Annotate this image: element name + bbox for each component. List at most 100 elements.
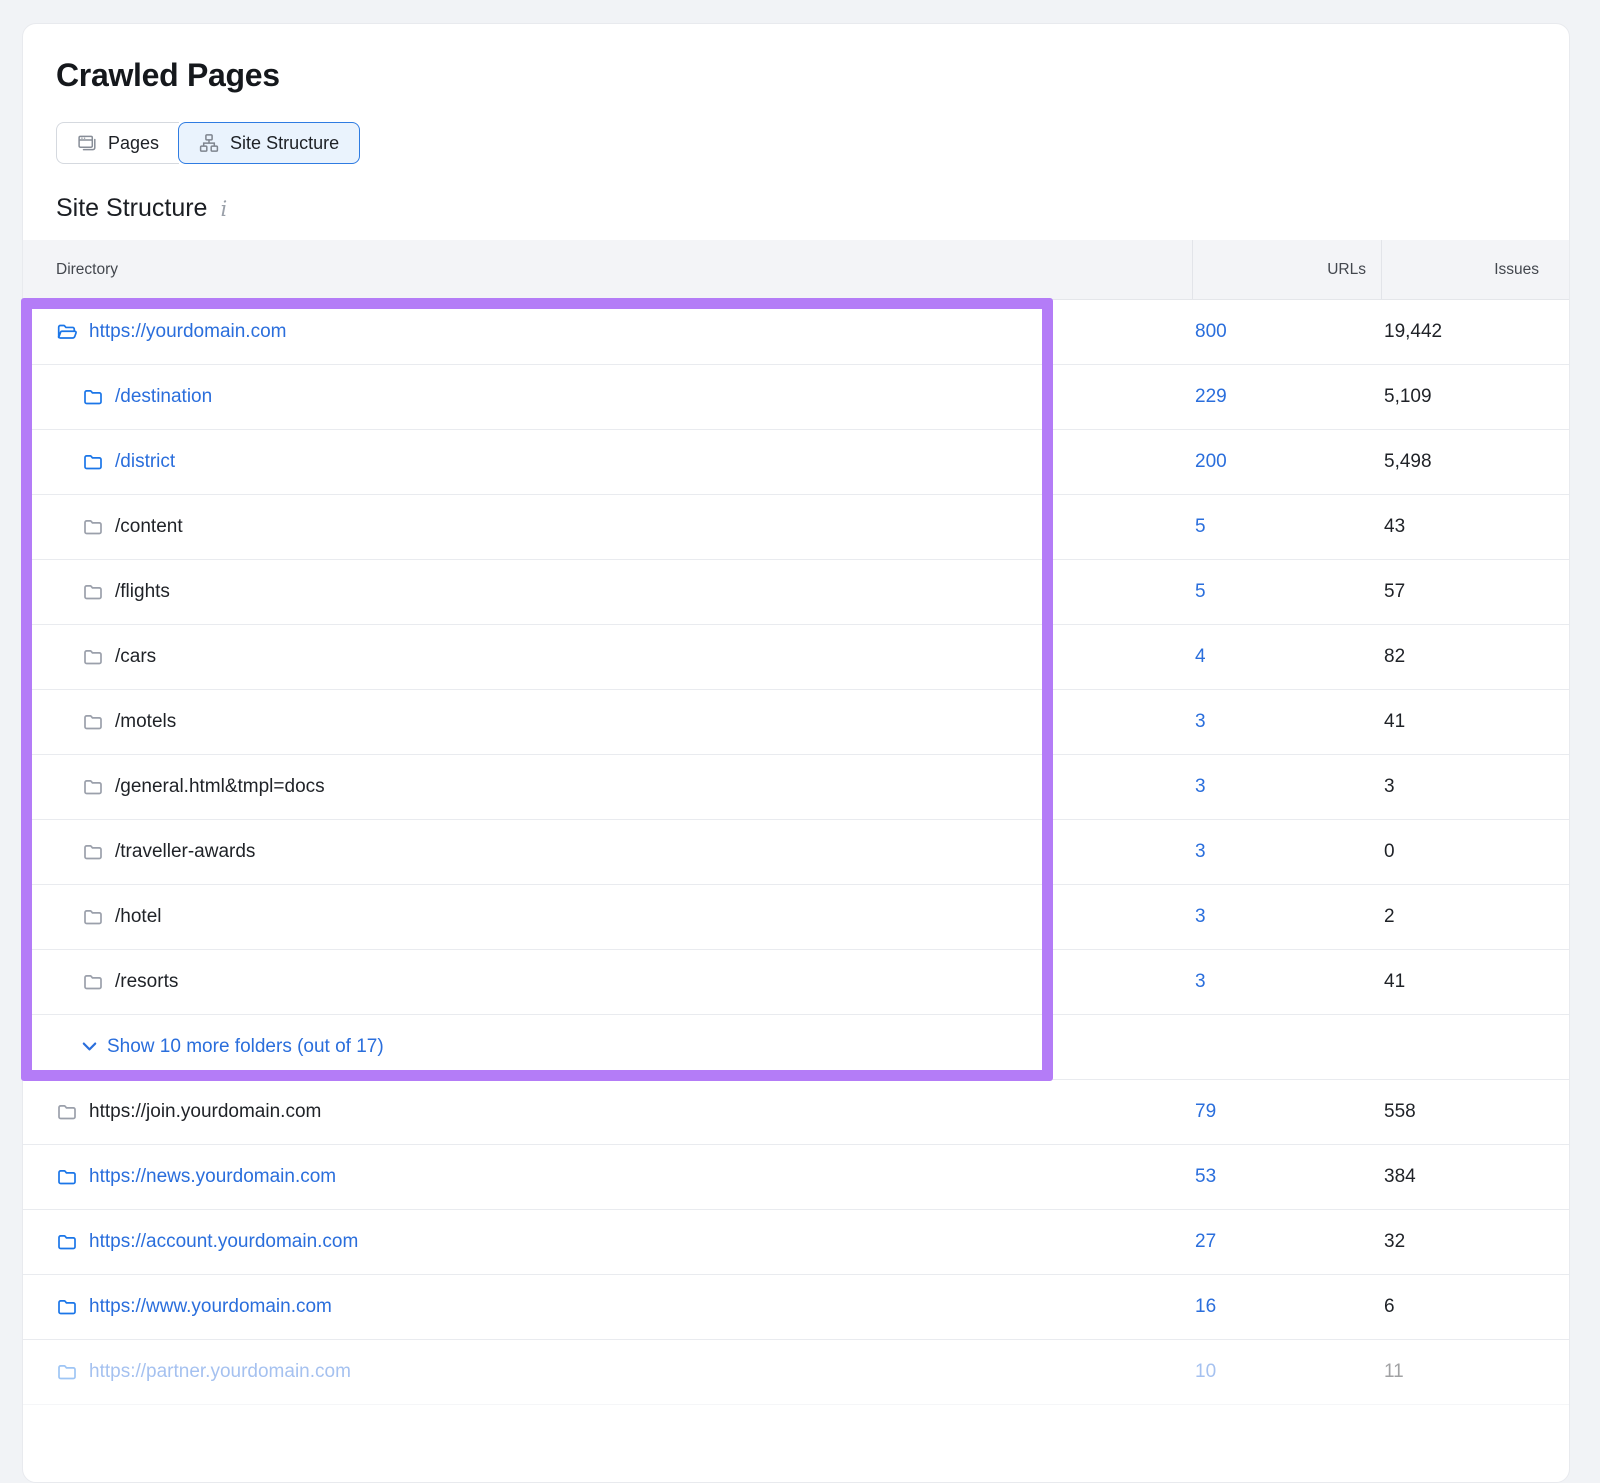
urls-cell: 79 (1192, 1101, 1381, 1123)
urls-count-link[interactable]: 3 (1195, 776, 1206, 797)
folder-closed-icon (56, 1166, 78, 1188)
show-more-link[interactable]: Show 10 more folders (out of 17) (107, 1036, 384, 1058)
show-more-row: Show 10 more folders (out of 17) (23, 1015, 1569, 1080)
urls-count-link[interactable]: 53 (1195, 1166, 1216, 1187)
table-row: https://news.yourdomain.com 53 384 (23, 1145, 1569, 1210)
directory-label[interactable]: /district (115, 451, 175, 473)
urls-cell: 3 (1192, 906, 1381, 928)
urls-cell: 53 (1192, 1166, 1381, 1188)
issues-cell: 384 (1381, 1166, 1569, 1188)
urls-cell: 10 (1192, 1361, 1381, 1383)
crawled-pages-card: Crawled Pages Pages (22, 23, 1570, 1483)
issues-cell: 5,109 (1381, 386, 1569, 408)
issues-count: 558 (1384, 1101, 1416, 1122)
urls-count-link[interactable]: 27 (1195, 1231, 1216, 1252)
issues-count: 384 (1384, 1166, 1416, 1187)
directory-label[interactable]: https://www.yourdomain.com (89, 1296, 332, 1318)
table-row: /flights 5 57 (23, 560, 1569, 625)
urls-cell: 3 (1192, 841, 1381, 863)
folder-closed-icon (82, 581, 104, 603)
site-structure-table: Directory URLs Issues https://yourdomain… (23, 240, 1569, 1405)
urls-count-link[interactable]: 79 (1195, 1101, 1216, 1122)
table-row: https://join.yourdomain.com 79 558 (23, 1080, 1569, 1145)
urls-count-link[interactable]: 5 (1195, 516, 1206, 537)
directory-cell: /cars (23, 646, 1192, 668)
tab-site-structure[interactable]: Site Structure (178, 122, 360, 164)
directory-cell: /traveller-awards (23, 841, 1192, 863)
directory-label: /hotel (115, 906, 161, 928)
issues-count: 6 (1384, 1296, 1395, 1317)
directory-label[interactable]: https://yourdomain.com (89, 321, 286, 343)
table-body: https://yourdomain.com 800 19,442 /desti… (23, 300, 1569, 1405)
tab-pages[interactable]: Pages (56, 122, 179, 164)
issues-count: 82 (1384, 646, 1405, 667)
urls-count-link[interactable]: 3 (1195, 971, 1206, 992)
directory-label: /flights (115, 581, 170, 603)
issues-cell: 57 (1381, 581, 1569, 603)
folder-closed-icon (82, 451, 104, 473)
issues-cell: 43 (1381, 516, 1569, 538)
section-heading-label: Site Structure (56, 192, 207, 224)
directory-cell: https://yourdomain.com (23, 321, 1192, 343)
directory-cell: /general.html&tmpl=docs (23, 776, 1192, 798)
urls-count-link[interactable]: 3 (1195, 841, 1206, 862)
urls-count-link[interactable]: 3 (1195, 711, 1206, 732)
table-row: /hotel 3 2 (23, 885, 1569, 950)
issues-cell: 41 (1381, 711, 1569, 733)
column-header-urls: URLs (1192, 240, 1381, 299)
issues-count: 0 (1384, 841, 1395, 862)
urls-cell: 229 (1192, 386, 1381, 408)
urls-count-link[interactable]: 4 (1195, 646, 1206, 667)
issues-count: 57 (1384, 581, 1405, 602)
issues-cell: 0 (1381, 841, 1569, 863)
directory-cell: /district (23, 451, 1192, 473)
table-row: https://account.yourdomain.com 27 32 (23, 1210, 1569, 1275)
issues-count: 11 (1384, 1361, 1404, 1382)
urls-cell: 3 (1192, 711, 1381, 733)
issues-count: 5,498 (1384, 451, 1432, 472)
folder-closed-icon (56, 1361, 78, 1383)
urls-count-link[interactable]: 229 (1195, 386, 1227, 407)
directory-label: /resorts (115, 971, 178, 993)
urls-count-link[interactable]: 5 (1195, 581, 1206, 602)
folder-closed-icon (56, 1231, 78, 1253)
issues-count: 2 (1384, 906, 1395, 927)
directory-label[interactable]: /destination (115, 386, 212, 408)
tab-pages-label: Pages (108, 133, 159, 154)
directory-label[interactable]: https://partner.yourdomain.com (89, 1361, 351, 1383)
directory-label[interactable]: https://account.yourdomain.com (89, 1231, 358, 1253)
issues-cell: 3 (1381, 776, 1569, 798)
directory-label[interactable]: https://news.yourdomain.com (89, 1166, 336, 1188)
site-structure-icon (199, 133, 219, 153)
info-icon[interactable] (220, 199, 227, 220)
folder-closed-icon (82, 711, 104, 733)
urls-count-link[interactable]: 3 (1195, 906, 1206, 927)
folder-open-icon (56, 321, 78, 343)
table-row: /motels 3 41 (23, 690, 1569, 755)
urls-cell: 200 (1192, 451, 1381, 473)
issues-count: 41 (1384, 711, 1405, 732)
urls-count-link[interactable]: 10 (1195, 1361, 1216, 1382)
folder-closed-icon (82, 971, 104, 993)
issues-count: 5,109 (1384, 386, 1432, 407)
urls-cell: 16 (1192, 1296, 1381, 1318)
directory-cell: /destination (23, 386, 1192, 408)
directory-cell: /motels (23, 711, 1192, 733)
urls-count-link[interactable]: 800 (1195, 321, 1227, 342)
chevron-down-icon[interactable] (82, 1042, 97, 1052)
table-row: /cars 4 82 (23, 625, 1569, 690)
issues-count: 3 (1384, 776, 1395, 797)
urls-cell: 800 (1192, 321, 1381, 343)
directory-cell: https://www.yourdomain.com (23, 1296, 1192, 1318)
pages-icon (77, 133, 97, 153)
issues-cell: 32 (1381, 1231, 1569, 1253)
issues-count: 43 (1384, 516, 1405, 537)
view-tab-group: Pages Site Structure (56, 122, 360, 164)
urls-count-link[interactable]: 16 (1195, 1296, 1216, 1317)
column-header-issues: Issues (1381, 240, 1569, 299)
tab-site-structure-label: Site Structure (230, 133, 339, 154)
directory-label: /cars (115, 646, 156, 668)
urls-count-link[interactable]: 200 (1195, 451, 1227, 472)
urls-cell: 3 (1192, 776, 1381, 798)
table-row: /content 5 43 (23, 495, 1569, 560)
